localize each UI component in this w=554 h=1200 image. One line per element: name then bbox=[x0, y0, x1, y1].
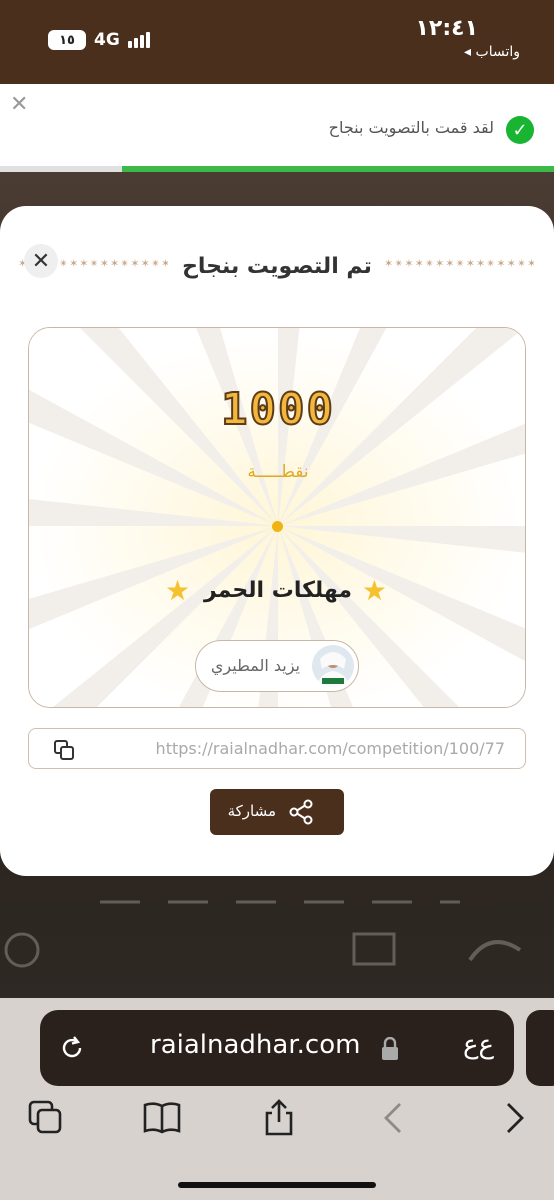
star-icon: ★ bbox=[361, 574, 387, 607]
status-indicators: ١٥ 4G bbox=[48, 30, 150, 50]
success-notification: ✕ لقد قمت بالتصويت بنجاح ✓ bbox=[0, 84, 554, 172]
share-button[interactable]: مشاركة bbox=[210, 789, 344, 835]
address-url: raialnadhar.com bbox=[150, 1030, 361, 1060]
avatar bbox=[312, 645, 354, 687]
share-button-label: مشاركة bbox=[227, 802, 276, 820]
share-link-text: https://raialnadhar.com/competition/100/… bbox=[155, 739, 505, 758]
text-size-button[interactable]: ﻉﻉ bbox=[463, 1030, 494, 1060]
copy-icon[interactable] bbox=[53, 739, 75, 761]
chevron-left-icon[interactable] bbox=[374, 1098, 414, 1138]
chevron-right-icon[interactable] bbox=[494, 1098, 534, 1138]
browser-chrome: raialnadhar.com ﻉﻉ bbox=[0, 998, 554, 1200]
signal-icon bbox=[127, 32, 150, 48]
battery-icon: ١٥ bbox=[48, 30, 86, 50]
network-type: 4G bbox=[94, 30, 120, 50]
next-tab-bar[interactable] bbox=[526, 1010, 554, 1086]
points-value: 1000 bbox=[220, 383, 335, 436]
reload-icon[interactable] bbox=[58, 1034, 86, 1062]
status-bar: ١٢:٤١ ◂ واتساب ١٥ 4G bbox=[0, 0, 554, 84]
book-icon[interactable] bbox=[142, 1098, 182, 1138]
divider-dot bbox=[272, 521, 283, 532]
close-icon[interactable]: ✕ bbox=[10, 92, 28, 117]
points-label: نقطـــــة bbox=[247, 462, 309, 482]
share-link-field[interactable]: https://raialnadhar.com/competition/100/… bbox=[28, 728, 526, 769]
close-icon[interactable]: ✕ bbox=[24, 244, 58, 278]
share-sheet-icon[interactable] bbox=[259, 1098, 299, 1138]
check-icon: ✓ bbox=[506, 116, 534, 144]
sponsor-logos bbox=[0, 880, 554, 990]
modal-title: تم التصويت بنجاح bbox=[182, 254, 372, 279]
share-icon bbox=[289, 799, 313, 825]
category-name: مهلكات الحمر bbox=[203, 578, 353, 603]
notification-message: لقد قمت بالتصويت بنجاح bbox=[328, 118, 494, 137]
address-bar[interactable]: raialnadhar.com ﻉﻉ bbox=[40, 1010, 514, 1086]
tabs-icon[interactable] bbox=[26, 1098, 66, 1138]
lock-icon bbox=[382, 1037, 398, 1060]
status-time: ١٢:٤١ bbox=[415, 16, 478, 41]
nominee-name: يزيد المطيري bbox=[210, 656, 300, 675]
vote-success-modal: ✶✴✶✶✴✶✶✴✶✶✴✶✶✴✶ ✶✴✶✶✴✶✶✴✶✶✴✶✶✴✶ تم التصو… bbox=[0, 206, 554, 876]
vote-card: 1000 نقطـــــة ★ مهلكات الحمر ★ يزيد الم… bbox=[28, 327, 526, 708]
home-indicator bbox=[178, 1182, 376, 1188]
nominee-chip: يزيد المطيري bbox=[195, 640, 359, 692]
back-to-app-link[interactable]: ◂ واتساب bbox=[464, 44, 520, 60]
sponsor-graphics bbox=[4, 900, 522, 968]
